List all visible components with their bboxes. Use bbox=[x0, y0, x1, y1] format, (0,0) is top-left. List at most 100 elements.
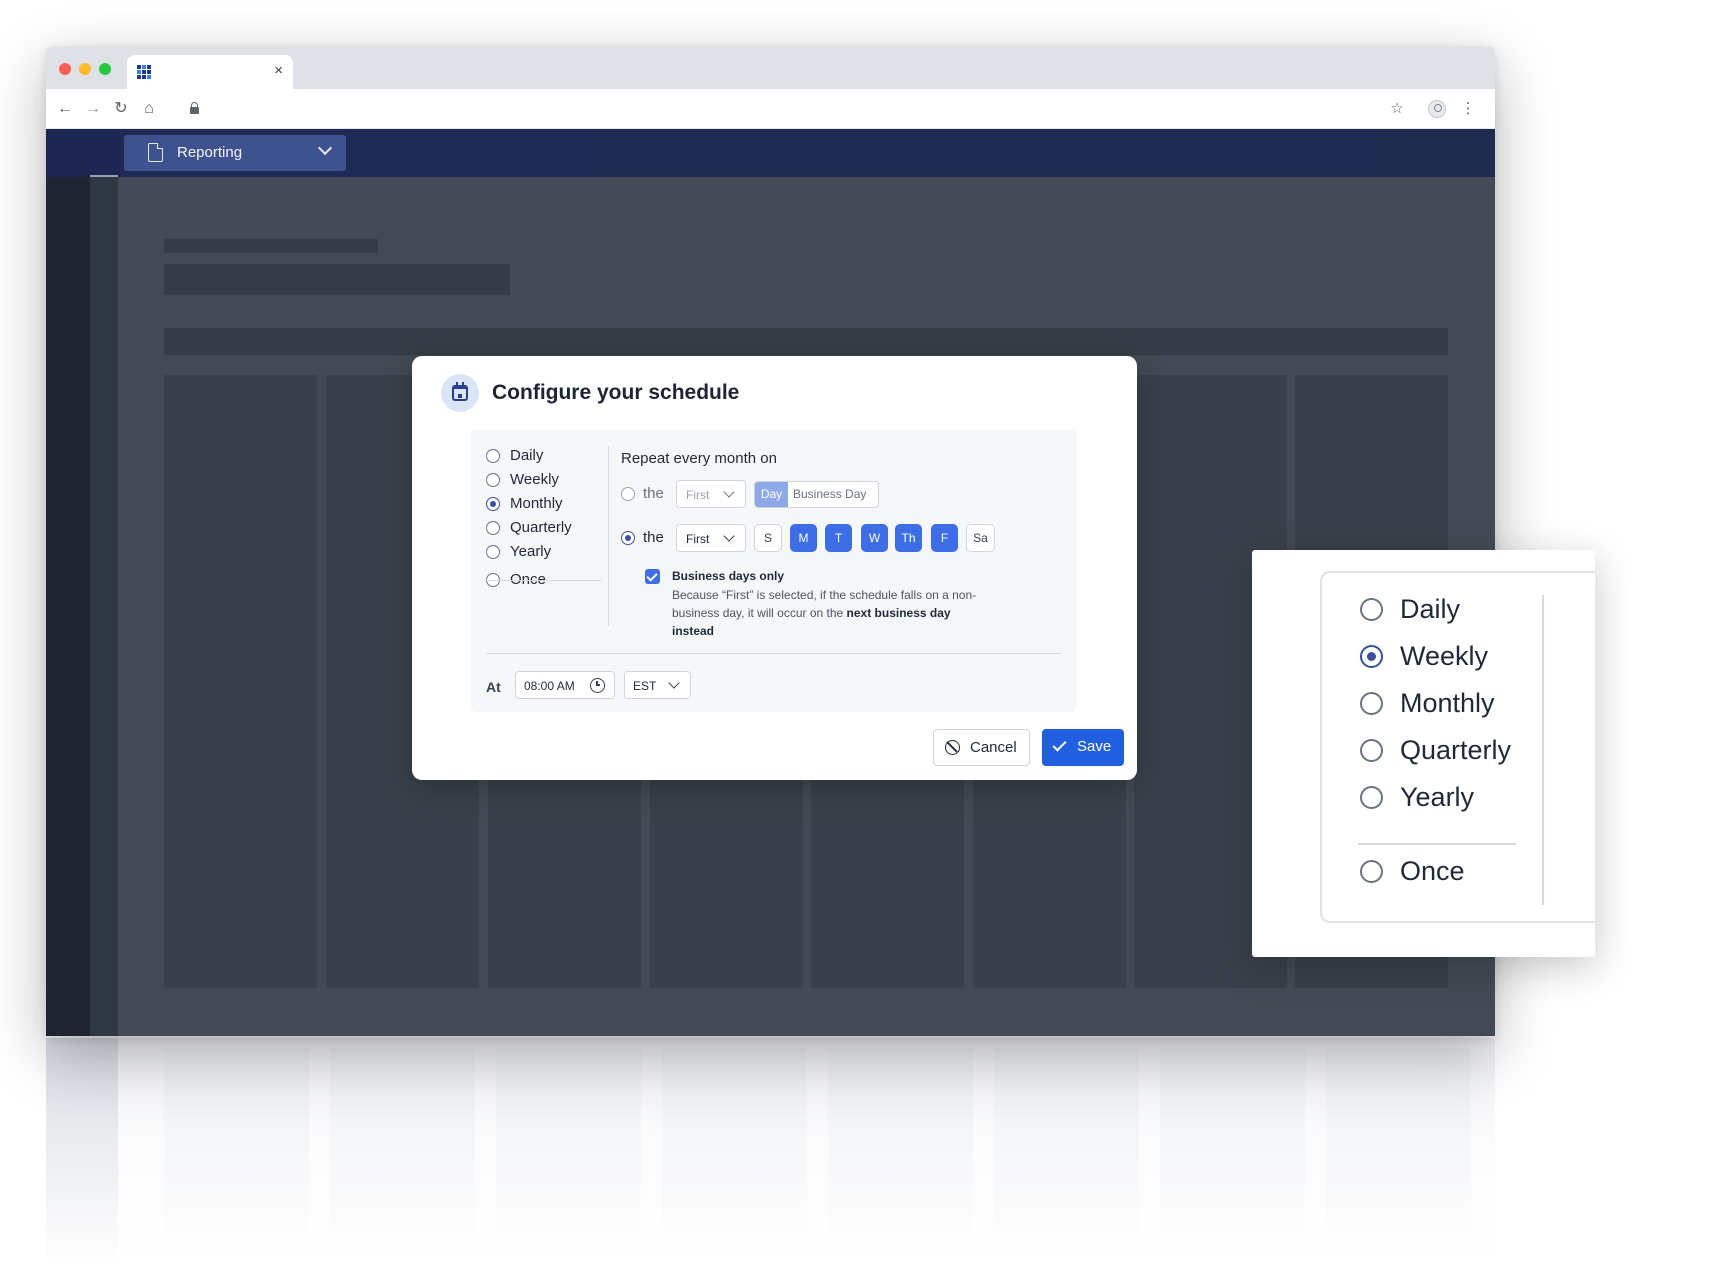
weekday-wednesday[interactable]: W bbox=[861, 524, 888, 552]
browser-menu-icon[interactable]: ⋮ bbox=[1457, 98, 1479, 120]
reflection-column bbox=[1160, 1048, 1305, 1258]
day-type-toggle: Day Business Day bbox=[754, 481, 879, 508]
radio-icon bbox=[1360, 739, 1383, 762]
radio-icon bbox=[486, 545, 500, 559]
business-days-note: Because “First” is selected, if the sche… bbox=[672, 586, 982, 640]
ordinal-value: First bbox=[686, 488, 710, 502]
app-logo-area bbox=[46, 129, 120, 177]
skeleton-subtitle bbox=[164, 239, 378, 253]
weekday-monday[interactable]: M bbox=[790, 524, 817, 552]
ordinal-select[interactable]: First bbox=[676, 480, 746, 508]
back-arrow-icon[interactable]: ← bbox=[54, 98, 76, 120]
reflection-column bbox=[164, 1048, 309, 1258]
window-maximize-button[interactable] bbox=[99, 63, 111, 75]
frequency-option-yearly[interactable]: Yearly bbox=[486, 542, 601, 562]
frequency-label: Weekly bbox=[510, 471, 559, 488]
report-selector[interactable]: Reporting bbox=[124, 135, 346, 171]
frequency-option-monthly[interactable]: Monthly bbox=[486, 494, 601, 514]
radio-selected-icon bbox=[486, 497, 500, 511]
weekday-thursday[interactable]: Th bbox=[895, 524, 922, 552]
frequency-option-quarterly[interactable]: Quarterly bbox=[486, 518, 601, 538]
schedule-dialog: Configure your schedule Daily Weekly Mon… bbox=[412, 356, 1137, 780]
frequency-label: Monthly bbox=[510, 495, 563, 512]
skeleton-column bbox=[164, 375, 317, 988]
radio-icon bbox=[486, 521, 500, 535]
radio-icon[interactable] bbox=[621, 487, 635, 501]
window-reflection bbox=[46, 1038, 1495, 1269]
address-bar[interactable] bbox=[182, 95, 1412, 123]
zoom-option-label: Monthly bbox=[1400, 688, 1495, 718]
window-minimize-button[interactable] bbox=[79, 63, 91, 75]
radio-icon bbox=[486, 449, 500, 463]
browser-tab[interactable]: × bbox=[127, 55, 293, 89]
reload-icon[interactable]: ↻ bbox=[110, 98, 132, 120]
calendar-icon bbox=[441, 374, 479, 412]
clock-icon bbox=[590, 678, 605, 693]
window-close-button[interactable] bbox=[59, 63, 71, 75]
timezone-value: EST bbox=[633, 679, 657, 693]
sidebar-panel bbox=[90, 177, 118, 1036]
frequency-label: Daily bbox=[510, 447, 544, 464]
radio-icon bbox=[1360, 598, 1383, 621]
segment-day[interactable]: Day bbox=[755, 482, 788, 507]
segment-business-day[interactable]: Business Day bbox=[793, 482, 866, 507]
business-days-label: Business days only bbox=[672, 569, 785, 583]
timezone-select[interactable]: EST bbox=[624, 671, 691, 699]
bookmark-star-icon[interactable]: ☆ bbox=[1386, 98, 1408, 120]
zoom-option-label: Daily bbox=[1400, 594, 1461, 624]
zoom-option-yearly[interactable]: Yearly bbox=[1360, 780, 1560, 814]
day-of-month-option: the First Day Business Day bbox=[621, 480, 1061, 508]
profile-avatar-icon[interactable] bbox=[1428, 100, 1446, 118]
weekday-sunday[interactable]: S bbox=[754, 524, 782, 552]
ordinal-select[interactable]: First bbox=[676, 524, 746, 552]
lock-icon bbox=[190, 102, 199, 114]
weekday-saturday[interactable]: Sa bbox=[966, 524, 995, 552]
app-header: Reporting bbox=[46, 129, 1495, 177]
zoom-vertical-divider bbox=[1542, 595, 1544, 905]
the-label: the bbox=[643, 485, 664, 502]
zoom-option-once[interactable]: Once bbox=[1360, 854, 1560, 888]
reflection-column bbox=[330, 1048, 475, 1258]
time-input[interactable]: 08:00 AM bbox=[515, 671, 615, 699]
weekday-option: the First S M T W Th F Sa bbox=[621, 524, 1061, 552]
skeleton-toolbar bbox=[164, 328, 1448, 355]
cancel-button[interactable]: Cancel bbox=[933, 729, 1030, 766]
repeat-title: Repeat every month on bbox=[621, 450, 777, 467]
weekday-tuesday[interactable]: T bbox=[825, 524, 852, 552]
schedule-panel: Daily Weekly Monthly Quarterly Yearly On… bbox=[471, 429, 1077, 712]
zoom-option-daily[interactable]: Daily bbox=[1360, 592, 1560, 626]
frequency-option-daily[interactable]: Daily bbox=[486, 446, 601, 466]
weekday-friday[interactable]: F bbox=[931, 524, 958, 552]
reflection-column bbox=[994, 1048, 1139, 1258]
frequency-label: Yearly bbox=[510, 543, 552, 560]
zoom-option-label: Yearly bbox=[1400, 782, 1475, 812]
tab-close-icon[interactable]: × bbox=[274, 62, 283, 80]
document-icon bbox=[148, 143, 163, 162]
home-icon[interactable]: ⌂ bbox=[138, 98, 160, 120]
business-days-checkbox[interactable] bbox=[645, 569, 660, 584]
reflection-column bbox=[828, 1048, 973, 1258]
check-icon bbox=[1052, 737, 1067, 752]
reflection-column bbox=[1326, 1048, 1471, 1258]
time-value: 08:00 AM bbox=[524, 679, 575, 693]
zoom-option-monthly[interactable]: Monthly bbox=[1360, 686, 1560, 720]
forward-arrow-icon[interactable]: → bbox=[82, 98, 104, 120]
radio-icon bbox=[1360, 692, 1383, 715]
save-button[interactable]: Save bbox=[1042, 729, 1124, 766]
radio-icon bbox=[1360, 786, 1383, 809]
reflection-column bbox=[662, 1048, 807, 1258]
radio-selected-icon bbox=[1360, 645, 1383, 668]
skeleton-title bbox=[164, 264, 510, 295]
vertical-divider bbox=[608, 446, 609, 626]
zoom-divider bbox=[1358, 843, 1516, 845]
frequency-divider bbox=[486, 580, 601, 581]
frequency-option-weekly[interactable]: Weekly bbox=[486, 470, 601, 490]
zoom-option-weekly[interactable]: Weekly bbox=[1360, 639, 1560, 673]
frequency-label: Quarterly bbox=[510, 519, 572, 536]
tab-strip: × bbox=[46, 47, 1495, 89]
browser-toolbar: ← → ↻ ⌂ ☆ ⋮ bbox=[46, 89, 1495, 129]
radio-selected-icon[interactable] bbox=[621, 531, 635, 545]
at-label: At bbox=[486, 679, 501, 695]
zoom-option-quarterly[interactable]: Quarterly bbox=[1360, 733, 1560, 767]
zoom-option-label: Once bbox=[1400, 856, 1465, 886]
